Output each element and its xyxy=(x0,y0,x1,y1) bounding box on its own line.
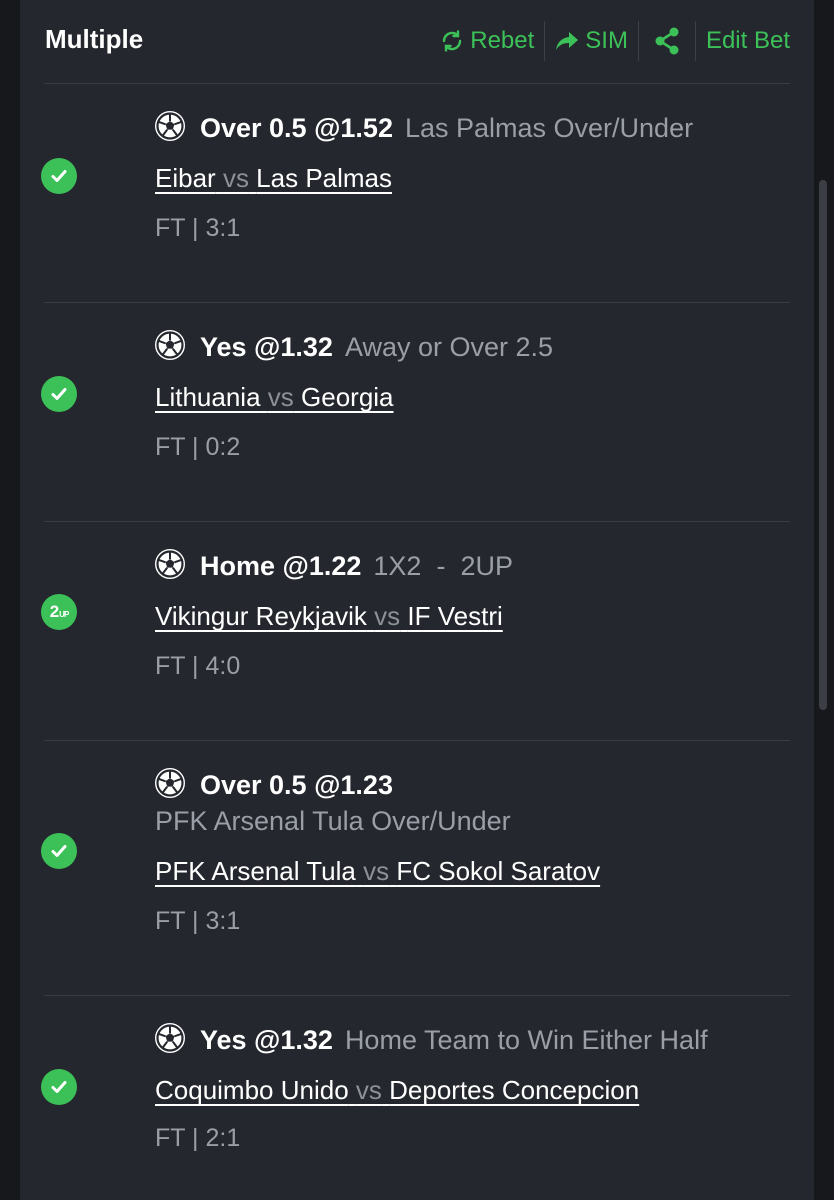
soccer-ball-icon xyxy=(155,1023,185,1053)
soccer-ball-icon xyxy=(155,330,185,360)
selection-pick: Home @1.22 xyxy=(200,551,362,581)
selection-pick: Over 0.5 @1.52 xyxy=(200,113,393,143)
home-team: Eibar xyxy=(155,163,216,193)
rebet-button[interactable]: Rebet xyxy=(430,27,544,55)
forward-arrow-icon xyxy=(556,32,579,50)
vs-label: vs xyxy=(355,1075,382,1105)
market-name: Home Team to Win Either Half xyxy=(344,1025,708,1055)
match-result: FT | 3:1 xyxy=(155,907,241,935)
bet-leg: 2 UP Home @1.22 1X2 - 2UP Vikingur Reykjav… xyxy=(20,522,814,740)
two-up-suffix: UP xyxy=(59,610,69,619)
page-title: Multiple xyxy=(45,24,144,54)
market-name: Away or Over 2.5 xyxy=(344,332,554,362)
bet-leg: Yes @1.32 Away or Over 2.5 Lithuania vs G… xyxy=(20,303,814,521)
refresh-icon xyxy=(443,30,462,52)
market-name: 1X2 - 2UP xyxy=(373,551,513,581)
selection-pick: Yes @1.32 xyxy=(200,1025,333,1055)
bet-header: Multiple Rebet SIM Edit Bet xyxy=(20,0,814,82)
selection-line: Home @1.22 1X2 - 2UP xyxy=(154,548,794,583)
selection-pick: Over 0.5 @1.23 xyxy=(200,770,393,800)
market-name: PFK Arsenal Tula Over/Under xyxy=(155,806,511,836)
match-link[interactable]: Coquimbo Unido vs Deportes Concepcion xyxy=(155,1074,639,1106)
match-result: FT | 0:2 xyxy=(155,433,241,461)
rebet-label: Rebet xyxy=(470,27,535,54)
vs-label: vs xyxy=(363,856,390,886)
vs-label: vs xyxy=(374,601,401,631)
match-result: FT | 3:1 xyxy=(155,214,241,242)
selection-line: Yes @1.32 Home Team to Win Either Half xyxy=(154,1022,794,1057)
match-link[interactable]: Eibar vs Las Palmas xyxy=(155,162,392,194)
edit-bet-button[interactable]: Edit Bet xyxy=(696,27,790,55)
share-icon xyxy=(655,27,679,55)
match-result: FT | 4:0 xyxy=(155,652,241,680)
away-team: FC Sokol Saratov xyxy=(396,856,601,886)
match-link[interactable]: PFK Arsenal Tula vs FC Sokol Saratov xyxy=(155,855,600,887)
home-team: Vikingur Reykjavik xyxy=(155,601,367,631)
selection-pick: Yes @1.32 xyxy=(200,332,333,362)
home-team: PFK Arsenal Tula xyxy=(155,856,356,886)
scrollbar[interactable] xyxy=(819,180,827,710)
away-team: Georgia xyxy=(301,382,394,412)
vs-label: vs xyxy=(267,382,294,412)
away-team: Las Palmas xyxy=(256,163,393,193)
selection-line: Yes @1.32 Away or Over 2.5 xyxy=(154,329,794,364)
vs-label: vs xyxy=(222,163,249,193)
home-team: Lithuania xyxy=(155,382,261,412)
sim-button[interactable]: SIM xyxy=(545,27,638,55)
won-status-icon xyxy=(41,833,77,869)
soccer-ball-icon xyxy=(155,549,185,579)
away-team: Deportes Concepcion xyxy=(389,1075,640,1105)
share-button[interactable] xyxy=(639,26,695,56)
bet-leg: Over 0.5 @1.52 Las Palmas Over/Under Eiba… xyxy=(20,84,814,302)
bet-details-panel: Multiple Rebet SIM Edit Bet Over 0.5 @1.… xyxy=(20,0,814,1200)
sim-label: SIM xyxy=(585,27,628,54)
match-result: FT | 2:1 xyxy=(155,1124,241,1152)
edit-bet-label: Edit Bet xyxy=(705,27,790,54)
won-status-icon xyxy=(41,1069,77,1105)
won-status-icon xyxy=(41,376,77,412)
away-team: IF Vestri xyxy=(407,601,503,631)
won-status-icon xyxy=(41,158,77,194)
soccer-ball-icon xyxy=(155,768,185,798)
soccer-ball-icon xyxy=(155,111,185,141)
two-up-number: 2 xyxy=(49,602,60,621)
bet-leg: Yes @1.32 Home Team to Win Either Half Co… xyxy=(20,996,814,1200)
two-up-status-badge: 2 UP xyxy=(41,594,77,630)
market-name: Las Palmas Over/Under xyxy=(404,113,694,143)
match-link[interactable]: Lithuania vs Georgia xyxy=(155,381,394,413)
match-link[interactable]: Vikingur Reykjavik vs IF Vestri xyxy=(155,600,503,632)
selection-line: Over 0.5 @1.23 PFK Arsenal Tula Over/Und… xyxy=(154,767,794,838)
header-actions: Rebet SIM Edit Bet xyxy=(430,21,790,61)
selection-line: Over 0.5 @1.52 Las Palmas Over/Under xyxy=(154,110,794,145)
home-team: Coquimbo Unido xyxy=(155,1075,349,1105)
bet-leg: Over 0.5 @1.23 PFK Arsenal Tula Over/Und… xyxy=(20,741,814,995)
